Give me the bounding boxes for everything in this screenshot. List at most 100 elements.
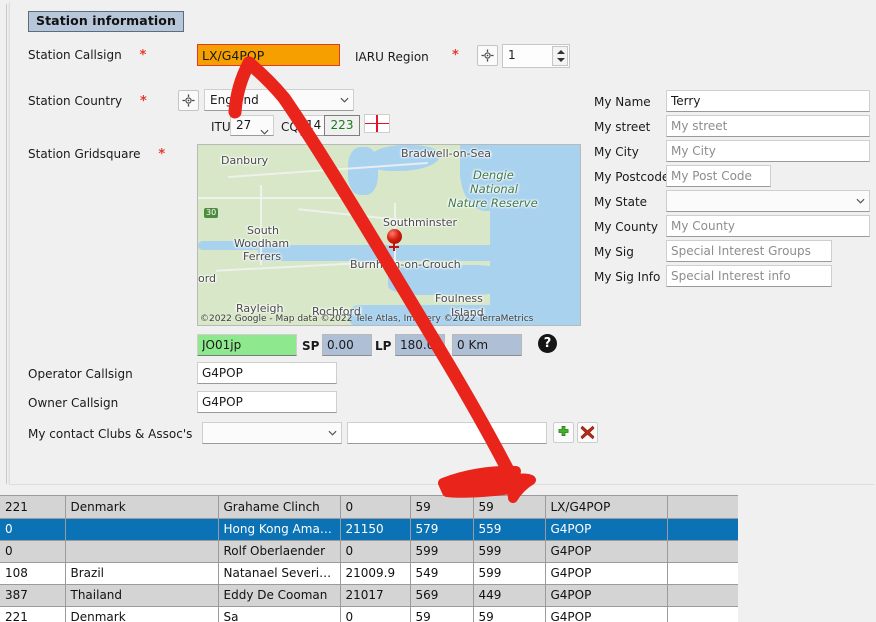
table-cell[interactable]: G4POP [545, 606, 668, 622]
iaru-region-stepper-buttons[interactable] [552, 46, 568, 66]
my-county-input[interactable] [666, 215, 870, 237]
table-cell[interactable]: G4POP [545, 562, 668, 585]
table-cell[interactable]: Eddy De Cooman [218, 584, 341, 607]
location-map[interactable]: 30 Bradwell-on-Sea Danbury Dengie National N… [197, 144, 581, 326]
stepper-up-icon[interactable] [557, 50, 565, 54]
table-row[interactable]: 387 Thailand Eddy De Cooman 21017 569 449 G4PO… [0, 584, 738, 607]
table-cell[interactable]: G4POP [545, 540, 668, 563]
table-row[interactable]: 0 Rolf Oberlaender 0 599 599 G4POP [0, 540, 738, 563]
help-icon[interactable]: ? [538, 334, 557, 353]
owner-callsign-input[interactable] [197, 391, 337, 413]
station-country-select[interactable]: England [204, 89, 354, 111]
table-cell[interactable]: Sa [218, 606, 341, 622]
table-cell[interactable]: 108 [0, 562, 66, 585]
map-label: Foulness [435, 292, 483, 305]
table-cell[interactable] [667, 518, 738, 541]
table-cell[interactable]: 449 [473, 584, 546, 607]
table-cell[interactable]: 0 [0, 540, 66, 563]
table-cell[interactable]: G4POP [545, 518, 668, 541]
clubs-text-input[interactable] [347, 422, 547, 444]
table-cell[interactable]: Rolf Oberlaender [218, 540, 341, 563]
my-city-input[interactable] [666, 140, 870, 162]
table-cell[interactable]: 569 [410, 584, 474, 607]
operator-callsign-input[interactable] [197, 362, 337, 384]
red-x-icon [580, 425, 595, 440]
table-cell[interactable]: 599 [473, 540, 546, 563]
station-country-locate-button[interactable] [178, 90, 199, 111]
table-row[interactable]: 221 Denmark Sa 0 59 59 G4POP [0, 606, 738, 622]
cq-value: 14 [306, 118, 322, 132]
my-name-label: My Name [594, 95, 651, 109]
my-street-input[interactable] [666, 115, 870, 137]
station-information-panel: Station information Station Callsign * I… [0, 0, 876, 489]
map-label: Bradwell-on-Sea [401, 147, 492, 160]
table-cell[interactable]: LX/G4POP [545, 496, 668, 519]
map-label: National [470, 182, 518, 196]
short-path-input[interactable] [322, 334, 372, 356]
table-cell[interactable]: 0 [340, 606, 411, 622]
table-cell[interactable] [667, 606, 738, 622]
plus-icon [558, 426, 569, 436]
station-gridsquare-required-marker: * [158, 147, 166, 162]
station-gridsquare-input[interactable] [197, 334, 297, 356]
table-cell[interactable]: Thailand [65, 584, 219, 607]
table-cell[interactable]: 221 [0, 496, 66, 519]
table-cell[interactable]: 221 [0, 606, 66, 622]
table-cell[interactable] [667, 540, 738, 563]
table-cell[interactable] [667, 496, 738, 519]
station-country-label-text: Station Country [28, 94, 123, 108]
map-label: Danbury [221, 154, 269, 167]
table-cell[interactable] [65, 518, 219, 541]
table-cell[interactable]: 599 [410, 540, 474, 563]
long-path-input[interactable] [395, 334, 445, 356]
my-sig-input[interactable] [666, 240, 832, 262]
table-cell[interactable]: 21150 [340, 518, 411, 541]
table-row[interactable]: 221 Denmark Grahame Clinch 0 59 59 LX/G4POP [0, 496, 738, 519]
my-postcode-input[interactable] [666, 165, 771, 187]
table-cell[interactable]: 0 [340, 496, 411, 519]
clubs-select[interactable] [202, 422, 342, 444]
station-callsign-input[interactable] [197, 44, 340, 66]
table-cell[interactable] [65, 540, 219, 563]
table-cell[interactable]: G4POP [545, 584, 668, 607]
table-cell[interactable]: 21017 [340, 584, 411, 607]
table-cell[interactable] [667, 562, 738, 585]
clubs-delete-button[interactable] [577, 422, 598, 443]
qso-grid[interactable]: 221 Denmark Grahame Clinch 0 59 59 LX/G4POP 0 Ho… [0, 495, 738, 622]
table-cell[interactable]: 59 [410, 496, 474, 519]
table-cell[interactable]: 387 [0, 584, 66, 607]
table-cell[interactable]: 599 [473, 562, 546, 585]
table-row[interactable]: 0 Hong Kong Amate... 21150 579 559 G4POP [0, 518, 738, 541]
table-cell[interactable]: 59 [410, 606, 474, 622]
tab-station-information[interactable]: Station information [28, 11, 184, 32]
table-cell[interactable]: 0 [340, 540, 411, 563]
england-flag-icon [364, 114, 390, 133]
table-cell[interactable]: Natanael Severino ... [218, 562, 341, 585]
table-cell[interactable]: Grahame Clinch [218, 496, 341, 519]
table-row[interactable]: 108 Brazil Natanael Severino ... 21009.9 549… [0, 562, 738, 585]
clubs-add-button[interactable] [553, 422, 574, 443]
table-cell[interactable]: Denmark [65, 606, 219, 622]
table-cell[interactable]: Denmark [65, 496, 219, 519]
my-state-select[interactable] [666, 190, 870, 212]
distance-input[interactable] [452, 334, 522, 356]
table-cell[interactable]: 0 [0, 518, 66, 541]
table-cell[interactable]: 549 [410, 562, 474, 585]
station-callsign-label: Station Callsign * [28, 48, 146, 63]
my-sig-label: My Sig [594, 245, 634, 259]
table-cell[interactable]: 579 [410, 518, 474, 541]
table-cell[interactable]: 59 [473, 606, 546, 622]
iaru-region-stepper[interactable]: 1 [502, 44, 570, 68]
itu-select[interactable]: 27 [230, 115, 274, 136]
my-state-label: My State [594, 195, 648, 209]
my-name-input[interactable] [666, 90, 870, 112]
iaru-locate-button[interactable] [477, 45, 498, 66]
table-cell[interactable]: 21009.9 [340, 562, 411, 585]
my-sig-info-input[interactable] [666, 265, 832, 287]
stepper-down-icon[interactable] [557, 58, 565, 62]
table-cell[interactable]: Hong Kong Amate... [218, 518, 341, 541]
table-cell[interactable] [667, 584, 738, 607]
table-cell[interactable]: 559 [473, 518, 546, 541]
table-cell[interactable]: 59 [473, 496, 546, 519]
table-cell[interactable]: Brazil [65, 562, 219, 585]
